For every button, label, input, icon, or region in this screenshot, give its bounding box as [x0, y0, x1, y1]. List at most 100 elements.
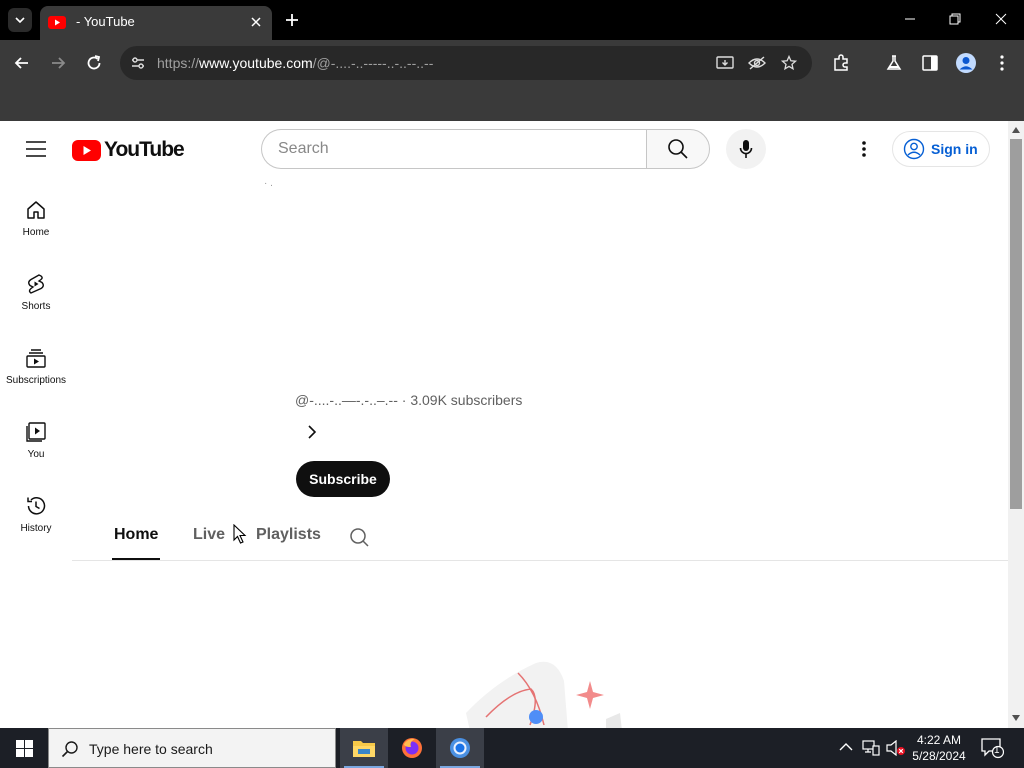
scroll-up-arrow-icon[interactable]	[1012, 127, 1020, 133]
tab-live[interactable]: Live	[193, 526, 225, 544]
start-button[interactable]	[0, 728, 48, 768]
more-vertical-icon	[862, 141, 866, 157]
bookmark-bar	[0, 86, 1024, 121]
tab-title: - YouTube	[76, 14, 135, 29]
taskbar-app-firefox[interactable]	[388, 728, 436, 768]
subscriber-count: 3.09K subscribers	[410, 392, 523, 408]
site-info-icon[interactable]	[130, 55, 146, 71]
loading-placeholder-text: · .	[264, 178, 273, 189]
home-icon	[27, 201, 45, 219]
side-panel-icon[interactable]	[921, 54, 939, 72]
guide-item-home[interactable]: Home	[0, 185, 72, 259]
tab-playlists[interactable]: Playlists	[256, 526, 321, 544]
youtube-logo-icon	[72, 139, 101, 161]
forward-arrow-icon[interactable]	[49, 54, 67, 72]
youtube-logo[interactable]: YouTube	[72, 138, 185, 162]
close-window-icon[interactable]	[994, 12, 1008, 26]
chrome-icon	[450, 738, 470, 758]
meta-separator: ·	[397, 392, 411, 408]
taskbar-app-chrome[interactable]	[436, 728, 484, 768]
notification-center-icon[interactable]	[980, 737, 1004, 759]
restore-icon[interactable]	[948, 12, 962, 26]
tab-search-button[interactable]	[8, 8, 32, 32]
settings-more-button[interactable]	[852, 137, 876, 161]
url-prefix: https://	[157, 55, 200, 71]
guide-label-home: Home	[22, 227, 50, 238]
guide-item-subscriptions[interactable]: Subscriptions	[0, 333, 72, 407]
browser-toolbar: https://www.youtube.com/@-....-..-----..…	[0, 40, 1024, 113]
windows-logo-icon	[15, 739, 33, 757]
active-tab-indicator	[112, 558, 160, 560]
sign-in-label: Sign in	[931, 141, 978, 157]
search-box[interactable]	[261, 129, 647, 169]
youtube-logo-text: YouTube	[104, 138, 185, 161]
guide-item-history[interactable]: History	[0, 481, 72, 555]
url-host: www.youtube.com	[199, 55, 313, 71]
scrollbar-thumb[interactable]	[1010, 139, 1022, 509]
url-path: /@-....-..-----..-..--..--	[312, 55, 434, 71]
hamburger-menu-icon[interactable]	[26, 141, 46, 157]
empty-state-illustration	[466, 661, 622, 728]
system-clock[interactable]: 4:22 AM 5/28/2024	[906, 732, 972, 764]
guide-item-you[interactable]: You	[0, 407, 72, 481]
taskbar-search-box[interactable]: Type here to search	[48, 728, 336, 768]
channel-handle: @-....-..—-.-..–.--	[295, 392, 398, 408]
guide-label-shorts: Shorts	[21, 301, 51, 312]
windows-taskbar: Type here to search 4:22 AM 5/28/2024 1	[0, 728, 1024, 768]
guide-item-shorts[interactable]: Shorts	[0, 259, 72, 333]
tab-home[interactable]: Home	[114, 526, 158, 544]
close-tab-icon[interactable]	[248, 14, 264, 30]
taskbar-search-placeholder: Type here to search	[89, 741, 213, 757]
youtube-page: YouTube Sign in Home Shorts Subscription…	[0, 121, 1008, 728]
voice-search-button[interactable]	[726, 129, 766, 169]
microphone-icon	[739, 140, 753, 158]
address-bar[interactable]: https://www.youtube.com/@-....-..-----..…	[120, 46, 812, 80]
scroll-down-arrow-icon[interactable]	[1012, 715, 1020, 721]
network-icon[interactable]	[862, 740, 880, 756]
browser-menu-icon[interactable]	[996, 54, 1008, 72]
extensions-icon[interactable]	[832, 54, 850, 72]
file-explorer-icon	[353, 741, 375, 757]
subscriptions-icon	[26, 349, 46, 368]
mouse-cursor-icon	[233, 524, 247, 544]
back-arrow-icon[interactable]	[13, 54, 31, 72]
search-input[interactable]	[278, 139, 638, 159]
reload-icon[interactable]	[85, 54, 103, 72]
search-icon	[61, 741, 78, 758]
channel-search-icon[interactable]	[349, 527, 369, 547]
channel-metadata: @-....-..—-.-..–.-- · 3.09K subscribers	[295, 392, 522, 408]
taskbar-app-file-explorer[interactable]	[340, 728, 388, 768]
history-icon	[27, 497, 46, 515]
shorts-icon	[28, 274, 44, 294]
guide-label-you: You	[27, 449, 45, 460]
channel-tabs: Home Live Playlists	[72, 513, 1008, 561]
chevron-right-icon[interactable]	[304, 424, 320, 440]
browser-tabstrip: - YouTube	[0, 0, 1024, 40]
firefox-icon	[402, 738, 422, 758]
page-scrollbar[interactable]	[1008, 121, 1024, 728]
account-circle-icon	[903, 138, 925, 160]
labs-flask-icon[interactable]	[885, 54, 903, 72]
youtube-favicon-icon	[48, 16, 66, 29]
search-button[interactable]	[646, 129, 710, 169]
clock-date: 5/28/2024	[912, 749, 966, 763]
guide-label-subscriptions: Subscriptions	[5, 375, 67, 386]
volume-muted-icon[interactable]	[886, 740, 906, 756]
show-hidden-icons-chevron-up-icon[interactable]	[839, 742, 853, 752]
you-icon	[26, 422, 46, 442]
guide-label-history: History	[20, 523, 52, 534]
clock-time: 4:22 AM	[916, 733, 962, 747]
new-tab-icon[interactable]	[282, 10, 302, 30]
chevron-down-icon	[15, 17, 25, 23]
eye-off-icon[interactable]	[748, 55, 766, 71]
minimize-icon[interactable]	[903, 12, 917, 26]
browser-tab-active[interactable]: - YouTube	[40, 6, 272, 40]
profile-avatar-icon[interactable]	[955, 52, 977, 74]
notification-count: 1	[994, 745, 1000, 756]
search-icon	[668, 139, 688, 159]
bookmark-star-icon[interactable]	[781, 55, 797, 71]
install-app-icon[interactable]	[716, 55, 734, 71]
url-text: https://www.youtube.com/@-....-..-----..…	[157, 55, 433, 71]
subscribe-button[interactable]: Subscribe	[296, 461, 390, 497]
sign-in-button[interactable]: Sign in	[892, 131, 990, 167]
